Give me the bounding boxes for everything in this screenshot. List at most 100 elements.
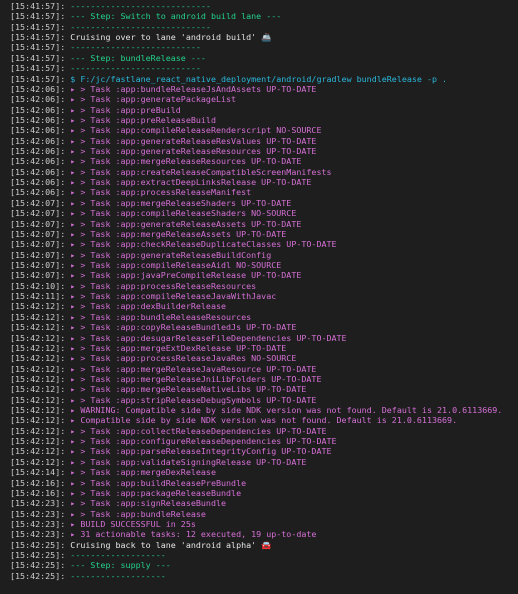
log-timestamp: [15:42:06]:: [10, 114, 66, 125]
log-line: [15:42:12]: ▸ Compatible side by side ND…: [10, 415, 518, 425]
log-line: [15:41:57]: --- Step: bundleRelease ---: [10, 53, 518, 63]
log-timestamp: [15:42:23]:: [10, 529, 66, 540]
log-timestamp: [15:42:12]:: [10, 436, 66, 447]
log-timestamp: [15:42:16]:: [10, 477, 66, 488]
log-message: ▸ > Task :app:mergeDexRelease: [70, 467, 216, 478]
log-line: [15:42:12]: ▸ > Task :app:processRelease…: [10, 353, 518, 363]
log-timestamp: [15:42:06]:: [10, 125, 66, 136]
log-timestamp: [15:42:06]:: [10, 104, 66, 115]
log-timestamp: [15:42:12]:: [10, 405, 66, 416]
log-message: ▸ > Task :app:preBuild: [70, 104, 181, 115]
log-message: ▸ 31 actionable tasks: 12 executed, 19 u…: [70, 529, 317, 540]
log-timestamp: [15:42:25]:: [10, 560, 66, 571]
log-timestamp: [15:42:12]:: [10, 332, 66, 343]
log-message: ▸ > Task :app:packageReleaseBundle: [70, 487, 242, 498]
log-message: ▸ > Task :app:generateReleaseResValues U…: [70, 135, 317, 146]
log-timestamp: [15:42:12]:: [10, 342, 66, 353]
log-message: ▸ BUILD SUCCESSFUL in 25s: [70, 518, 196, 529]
log-message: ▸ > Task :app:buildReleasePreBundle: [70, 477, 247, 488]
log-line: [15:42:06]: ▸ > Task :app:generateReleas…: [10, 146, 518, 156]
terminal-output[interactable]: [15:41:57]: ----------------------------…: [0, 0, 518, 594]
log-timestamp: [15:42:07]:: [10, 249, 66, 260]
log-message: ▸ > Task :app:preReleaseBuild: [70, 114, 216, 125]
log-timestamp: [15:42:06]:: [10, 135, 66, 146]
log-line: [15:42:23]: ▸ > Task :app:bundleRelease: [10, 509, 518, 519]
log-timestamp: [15:42:12]:: [10, 311, 66, 322]
log-message: ▸ > Task :app:configureReleaseDependenci…: [70, 436, 337, 447]
log-message: ▸ Compatible side by side NDK version wa…: [70, 415, 458, 426]
log-message: ▸ > Task :app:signReleaseBundle: [70, 498, 227, 509]
log-line: [15:42:12]: ▸ > Task :app:parseReleaseIn…: [10, 446, 518, 456]
log-line: [15:41:57]: --------------------------: [10, 63, 518, 73]
log-line: [15:41:57]: --------------------------: [10, 42, 518, 52]
log-line: [15:42:12]: ▸ WARNING: Compatible side b…: [10, 405, 518, 415]
log-timestamp: [15:42:23]:: [10, 498, 66, 509]
log-timestamp: [15:42:07]:: [10, 259, 66, 270]
log-timestamp: [15:41:57]:: [10, 73, 66, 84]
log-timestamp: [15:41:57]:: [10, 63, 66, 74]
log-timestamp: [15:42:07]:: [10, 239, 66, 250]
log-line: [15:42:23]: ▸ > Task :app:signReleaseBun…: [10, 498, 518, 508]
log-line: [15:42:12]: ▸ > Task :app:stripReleaseDe…: [10, 395, 518, 405]
log-message: ▸ > Task :app:mergeReleaseResources UP-T…: [70, 156, 302, 167]
log-line: [15:42:25]: Cruising back to lane 'andro…: [10, 540, 518, 550]
log-message: ▸ > Task :app:generateReleaseBuildConfig: [70, 249, 272, 260]
log-timestamp: [15:42:12]:: [10, 322, 66, 333]
log-line: [15:42:06]: ▸ > Task :app:preBuild: [10, 105, 518, 115]
log-message: ----------------------------: [70, 21, 211, 32]
log-line: [15:42:07]: ▸ > Task :app:generateReleas…: [10, 219, 518, 229]
log-timestamp: [15:42:25]:: [10, 570, 66, 581]
log-timestamp: [15:42:12]:: [10, 446, 66, 457]
log-timestamp: [15:41:57]:: [10, 21, 66, 32]
log-line: [15:42:12]: ▸ > Task :app:desugarRelease…: [10, 333, 518, 343]
log-message: ▸ > Task :app:processReleaseJavaRes NO-S…: [70, 353, 297, 364]
log-message: ▸ > Task :app:compileReleaseAidl NO-SOUR…: [70, 259, 282, 270]
log-message: ▸ > Task :app:mergeReleaseAssets UP-TO-D…: [70, 228, 287, 239]
log-line: [15:42:07]: ▸ > Task :app:mergeReleaseAs…: [10, 229, 518, 239]
log-timestamp: [15:42:06]:: [10, 83, 66, 94]
log-timestamp: [15:42:12]:: [10, 456, 66, 467]
log-message: --------------------------: [70, 63, 201, 74]
log-timestamp: [15:42:06]:: [10, 177, 66, 188]
log-message: $ F:/jc/fastlane_react_native_deployment…: [70, 73, 448, 84]
log-timestamp: [15:42:23]:: [10, 508, 66, 519]
log-message: ▸ > Task :app:checkReleaseDuplicateClass…: [70, 239, 337, 250]
log-line: [15:42:16]: ▸ > Task :app:packageRelease…: [10, 488, 518, 498]
log-line: [15:42:11]: ▸ > Task :app:compileRelease…: [10, 291, 518, 301]
log-line: [15:41:57]: --- Step: Switch to android …: [10, 11, 518, 21]
log-timestamp: [15:42:23]:: [10, 518, 66, 529]
log-message: Cruising back to lane 'android alpha' 🚘: [70, 539, 272, 550]
log-timestamp: [15:42:07]:: [10, 208, 66, 219]
log-timestamp: [15:42:25]:: [10, 539, 66, 550]
log-line: [15:42:07]: ▸ > Task :app:mergeReleaseSh…: [10, 198, 518, 208]
log-message: ▸ WARNING: Compatible side by side NDK v…: [70, 405, 503, 416]
log-line: [15:41:57]: ----------------------------: [10, 1, 518, 11]
log-timestamp: [15:42:10]:: [10, 280, 66, 291]
log-line: [15:42:12]: ▸ > Task :app:mergeReleaseJa…: [10, 364, 518, 374]
log-line: [15:42:06]: ▸ > Task :app:compileRelease…: [10, 125, 518, 135]
log-message: ▸ > Task :app:dexBuilderRelease: [70, 301, 227, 312]
log-message: ▸ > Task :app:mergeReleaseJniLibFolders …: [70, 373, 322, 384]
log-timestamp: [15:42:12]:: [10, 415, 66, 426]
log-line: [15:42:14]: ▸ > Task :app:mergeDexReleas…: [10, 467, 518, 477]
log-message: ▸ > Task :app:processReleaseResources: [70, 280, 257, 291]
log-timestamp: [15:42:12]:: [10, 301, 66, 312]
log-line: [15:42:06]: ▸ > Task :app:mergeReleaseRe…: [10, 156, 518, 166]
log-line: [15:42:12]: ▸ > Task :app:configureRelea…: [10, 436, 518, 446]
log-line: [15:42:12]: ▸ > Task :app:mergeReleaseJn…: [10, 374, 518, 384]
log-message: ▸ > Task :app:desugarReleaseFileDependen…: [70, 332, 347, 343]
log-line: [15:42:06]: ▸ > Task :app:preReleaseBuil…: [10, 115, 518, 125]
log-message: ▸ > Task :app:generateReleaseResources U…: [70, 146, 317, 157]
log-line: [15:42:06]: ▸ > Task :app:createReleaseC…: [10, 167, 518, 177]
log-message: Cruising over to lane 'android build' 🚢: [70, 32, 272, 43]
log-timestamp: [15:42:12]:: [10, 373, 66, 384]
log-timestamp: [15:41:57]:: [10, 52, 66, 63]
log-timestamp: [15:42:06]:: [10, 187, 66, 198]
log-timestamp: [15:42:06]:: [10, 166, 66, 177]
log-line: [15:42:06]: ▸ > Task :app:bundleReleaseJ…: [10, 84, 518, 94]
log-timestamp: [15:42:11]:: [10, 291, 66, 302]
log-message: ▸ > Task :app:generatePackageList: [70, 94, 237, 105]
log-message: -------------------: [70, 570, 166, 581]
log-timestamp: [15:42:07]:: [10, 197, 66, 208]
log-line: [15:42:25]: --- Step: supply ---: [10, 560, 518, 570]
